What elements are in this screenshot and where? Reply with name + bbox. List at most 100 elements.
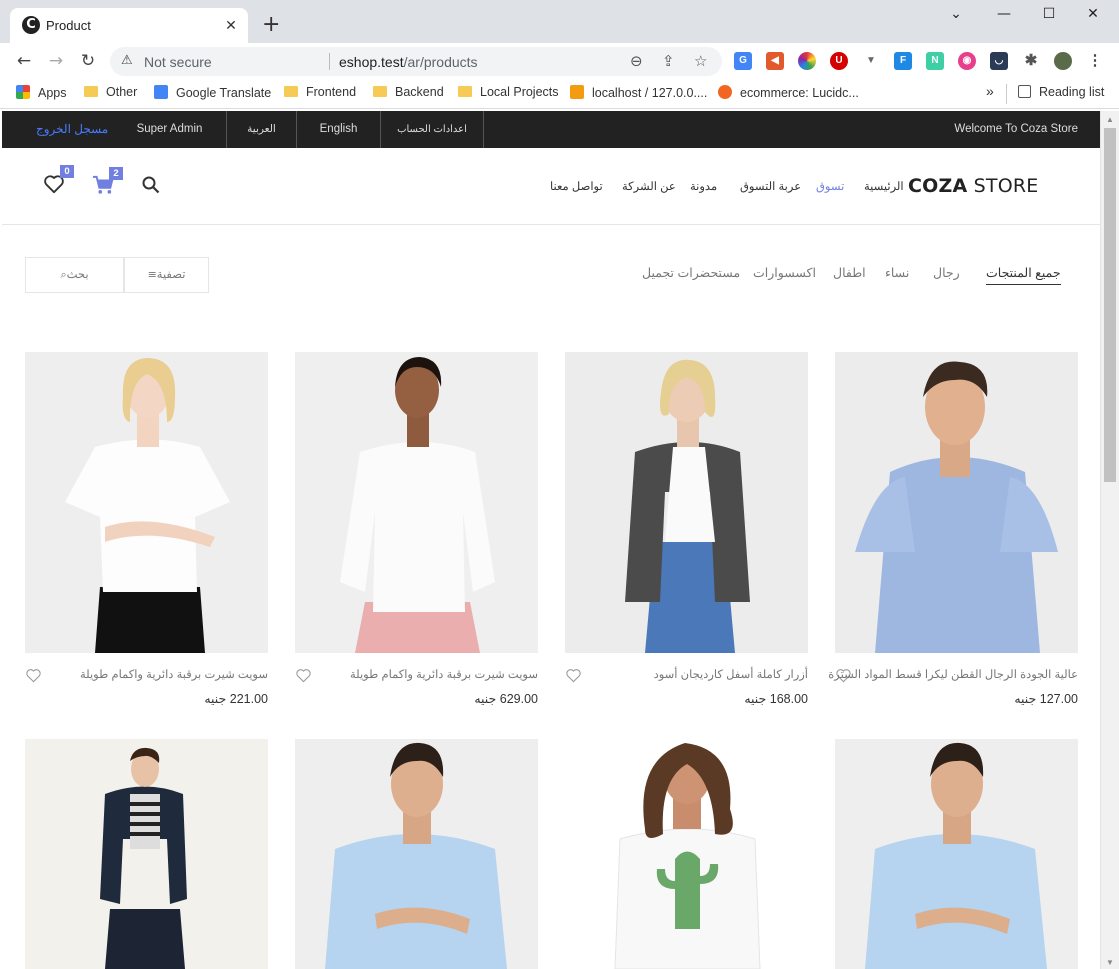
bookmarks-separator [1006, 84, 1007, 104]
filter-toggle-button[interactable]: ≡تصفية [124, 257, 209, 293]
not-secure-label: Not secure [144, 54, 212, 70]
product-name[interactable]: سويت شيرت برقبة دائرية واكمام طويلة [80, 667, 268, 681]
address-bar[interactable]: ⚠ Not secure eshop.test/ar/products ⊖ ⇪ … [110, 47, 722, 76]
bookmark-other[interactable]: Other [84, 85, 137, 103]
product-image-man-blue-shirt[interactable] [835, 352, 1078, 653]
bookmark-localhost[interactable]: localhost / 127.0.0.... [570, 85, 707, 103]
product-image-woman-cactus-tee[interactable] [565, 739, 808, 969]
product-image-woman-white-tee[interactable] [25, 352, 268, 653]
scroll-up-arrow-icon[interactable]: ▲ [1106, 115, 1114, 124]
filter-tab-accessories[interactable]: اكسسوارات [753, 265, 816, 280]
phpmyadmin-icon [570, 85, 584, 99]
more-bookmarks-chevron-icon[interactable]: » [986, 83, 994, 101]
filter-tab-cosmetics[interactable]: مستحضرات تجميل [642, 265, 740, 280]
folder-icon [284, 86, 298, 97]
add-to-wishlist-heart-icon[interactable] [25, 668, 42, 686]
bookmark-backend[interactable]: Backend [373, 85, 444, 103]
pink-extension-icon[interactable]: ◉ [958, 52, 976, 70]
megaphone-extension-icon[interactable]: ◀ [766, 52, 784, 70]
product-image-man-navy-jacket[interactable] [25, 739, 268, 969]
bookmark-apps[interactable]: Apps [16, 85, 67, 103]
forward-arrow-icon[interactable]: → [45, 50, 67, 72]
back-arrow-icon[interactable]: ← [13, 50, 35, 72]
menu-home[interactable]: الرئيسية [864, 179, 904, 193]
lucidchart-icon [718, 85, 732, 99]
menu-blog[interactable]: مدونة [690, 179, 717, 193]
lang-en-link[interactable]: English [296, 111, 380, 148]
wishlist-count-badge: 0 [60, 165, 74, 178]
menu-contact[interactable]: تواصل معنا [550, 179, 603, 193]
vue-devtools-extension-icon[interactable]: ▼ [862, 52, 880, 70]
product-image-woman-black-cardigan[interactable] [565, 352, 808, 653]
scroll-down-arrow-icon[interactable]: ▼ [1106, 958, 1114, 967]
google-translate-extension-icon[interactable]: G [734, 52, 752, 70]
account-settings-link[interactable]: اعدادات الحساب [380, 111, 484, 148]
browser-menu-icon[interactable]: ⋮ [1086, 52, 1104, 70]
fonts-extension-icon[interactable]: F [894, 52, 912, 70]
color-picker-extension-icon[interactable] [798, 52, 816, 70]
filter-lines-icon: ≡ [147, 268, 157, 281]
folder-icon [84, 86, 98, 97]
reload-icon[interactable]: ↻ [77, 50, 99, 72]
cart-count-badge: 2 [109, 167, 123, 180]
product-image-woman-white-shirt[interactable] [295, 352, 538, 653]
product-image-man-checked-shirt[interactable] [835, 739, 1078, 969]
product-price: 221.00 جنيه [204, 692, 268, 706]
address-separator [329, 53, 330, 70]
notion-extension-icon[interactable]: N [926, 52, 944, 70]
google-translate-icon [154, 85, 168, 99]
product-name[interactable]: عالية الجودة الرجال القطن ليكرا قسط المو… [828, 667, 1078, 681]
add-to-wishlist-heart-icon[interactable] [565, 668, 582, 686]
search-toggle-button[interactable]: ⌕بحث [25, 257, 124, 293]
scrollbar-thumb[interactable] [1104, 128, 1116, 482]
bookmark-star-icon[interactable]: ☆ [694, 52, 707, 70]
bookmarks-bar: Apps Other Google Translate Frontend Bac… [0, 79, 1119, 109]
filter-tab-kids[interactable]: اطفال [833, 265, 866, 280]
share-icon[interactable]: ⇪ [662, 52, 675, 70]
add-to-wishlist-heart-icon[interactable] [295, 668, 312, 686]
warning-triangle-icon: ⚠ [121, 53, 133, 68]
tab-search-chevron-icon[interactable]: ⌄ [941, 6, 971, 26]
bookmark-frontend[interactable]: Frontend [284, 85, 356, 103]
product-image-man-checked-shirt[interactable] [295, 739, 538, 969]
tab-title: Product [46, 18, 91, 33]
maximize-button[interactable]: ☐ [1034, 6, 1064, 26]
close-window-button[interactable]: ✕ [1078, 6, 1108, 26]
zoom-out-icon[interactable]: ⊖ [630, 52, 643, 70]
filter-tab-all-products[interactable]: جميع المنتجات [986, 265, 1061, 285]
folder-icon [373, 86, 387, 97]
reading-list-button[interactable]: Reading list [1018, 85, 1104, 103]
site-favicon-icon: C [22, 16, 40, 34]
menu-cart[interactable]: عربة التسوق [740, 179, 801, 193]
product-price: 168.00 جنيه [744, 692, 808, 706]
user-name-link[interactable]: Super Admin [113, 111, 226, 148]
browser-tab[interactable]: C Product ✕ [10, 8, 248, 43]
logout-link[interactable]: مسجل الخروج [36, 122, 108, 136]
site-header: 0 2 تواصل معنا عن الشركة مدونة عربة التس… [2, 148, 1100, 225]
page-scrollbar[interactable]: ▲ ▼ [1100, 111, 1119, 969]
ublock-extension-icon[interactable]: U [830, 52, 848, 70]
product-price: 629.00 جنيه [474, 692, 538, 706]
minimize-button[interactable]: — [989, 6, 1019, 26]
filter-tab-women[interactable]: نساء [885, 265, 909, 280]
bookmark-ecommerce[interactable]: ecommerce: Lucidc... [718, 85, 859, 103]
lang-ar-link[interactable]: العربية [226, 111, 296, 148]
new-tab-button[interactable]: + [262, 14, 280, 36]
coza-store-logo[interactable]: COZA STORE [908, 175, 1038, 197]
tab-close-icon[interactable]: ✕ [222, 16, 240, 34]
bookmark-local-projects[interactable]: Local Projects [458, 85, 559, 103]
bookmark-google-translate[interactable]: Google Translate [154, 85, 271, 103]
profile-avatar[interactable] [1054, 52, 1072, 70]
product-name[interactable]: سويت شيرت برقبة دائرية واكمام طويلة [350, 667, 538, 681]
dark-extension-icon[interactable]: ◡ [990, 52, 1008, 70]
filter-tab-men[interactable]: رجال [933, 265, 960, 280]
search-icon[interactable] [142, 176, 160, 197]
menu-shop[interactable]: تسوق [816, 179, 844, 193]
apps-grid-icon [16, 85, 30, 99]
product-name[interactable]: أزرار كاملة أسفل كارديجان أسود [654, 667, 808, 681]
browser-tab-strip: C Product ✕ + ⌄ — ☐ ✕ [0, 0, 1119, 43]
menu-about[interactable]: عن الشركة [622, 179, 676, 193]
url-path: /ar/products [403, 54, 478, 70]
extensions-puzzle-icon[interactable]: ✱ [1022, 52, 1040, 70]
url-text[interactable]: eshop.test/ar/products [339, 54, 478, 70]
